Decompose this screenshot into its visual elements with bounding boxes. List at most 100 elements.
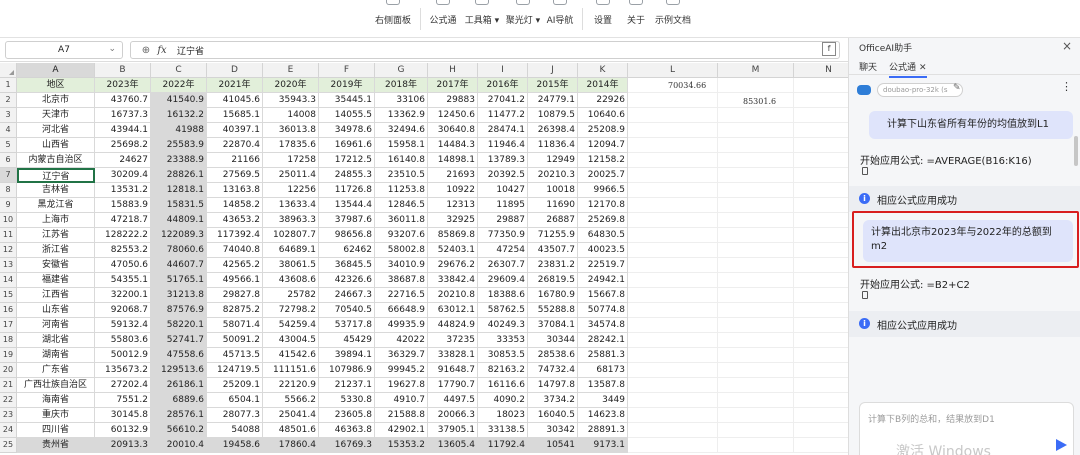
table-cell[interactable]: 20392.5	[478, 168, 528, 183]
table-cell[interactable]: 5566.2	[263, 393, 319, 408]
settings-button[interactable]: 设置	[590, 0, 616, 38]
close-tab-icon[interactable]: ✕	[919, 63, 927, 73]
table-cell[interactable]: 71255.9	[528, 228, 578, 243]
table-cell[interactable]: 30344	[528, 333, 578, 348]
table-cell[interactable]: 124719.5	[207, 363, 263, 378]
table-cell[interactable]: 12158.2	[578, 153, 628, 168]
formula-tong-button[interactable]: 公式通	[428, 0, 458, 38]
empty-cell[interactable]	[628, 243, 718, 258]
table-cell[interactable]: 28474.1	[478, 123, 528, 138]
table-cell[interactable]: 34010.9	[375, 258, 428, 273]
row-header[interactable]: 5	[0, 138, 17, 153]
table-cell[interactable]: 55803.6	[95, 333, 151, 348]
table-cell[interactable]: 38687.8	[375, 273, 428, 288]
table-cell[interactable]: 21693	[428, 168, 478, 183]
table-cell[interactable]: 16140.8	[375, 153, 428, 168]
table-cell[interactable]: 30209.4	[95, 168, 151, 183]
empty-cell[interactable]	[718, 333, 794, 348]
table-cell[interactable]: 浙江省	[17, 243, 95, 258]
table-cell[interactable]: 32925	[428, 213, 478, 228]
table-cell[interactable]: 河南省	[17, 318, 95, 333]
empty-cell[interactable]	[628, 138, 718, 153]
table-cell[interactable]: 11690	[528, 198, 578, 213]
empty-cell[interactable]	[628, 108, 718, 123]
table-cell[interactable]: 29827.8	[207, 288, 263, 303]
empty-cell[interactable]	[628, 288, 718, 303]
empty-cell[interactable]	[718, 138, 794, 153]
table-cell[interactable]: 47218.7	[95, 213, 151, 228]
table-cell[interactable]: 12170.8	[578, 198, 628, 213]
table-cell[interactable]: 52403.1	[428, 243, 478, 258]
row-header[interactable]: 21	[0, 378, 17, 393]
table-cell[interactable]: 11253.8	[375, 183, 428, 198]
table-cell[interactable]: 30640.8	[428, 123, 478, 138]
empty-cell[interactable]	[794, 123, 848, 138]
empty-cell[interactable]	[718, 438, 794, 453]
table-cell[interactable]: 135673.2	[95, 363, 151, 378]
table-cell[interactable]: 32494.6	[375, 123, 428, 138]
empty-cell[interactable]	[718, 288, 794, 303]
empty-cell[interactable]	[718, 378, 794, 393]
table-cell[interactable]: 20210.3	[528, 168, 578, 183]
table-cell[interactable]: 68173	[578, 363, 628, 378]
empty-cell[interactable]	[718, 363, 794, 378]
table-cell[interactable]: 44607.7	[151, 258, 207, 273]
empty-cell[interactable]	[794, 288, 848, 303]
table-cell[interactable]: 44824.9	[428, 318, 478, 333]
table-cell[interactable]: 122089.3	[151, 228, 207, 243]
empty-cell[interactable]	[628, 123, 718, 138]
empty-cell[interactable]	[628, 333, 718, 348]
ai-nav-button[interactable]: AI导航	[545, 0, 575, 38]
table-cell[interactable]: 14623.8	[578, 408, 628, 423]
table-cell[interactable]: 湖南省	[17, 348, 95, 363]
empty-cell[interactable]	[718, 78, 794, 93]
table-cell[interactable]: 60132.9	[95, 423, 151, 438]
table-cell[interactable]: 17258	[263, 153, 319, 168]
table-cell[interactable]: 82163.2	[478, 363, 528, 378]
table-cell[interactable]: 28538.6	[528, 348, 578, 363]
more-icon[interactable]: ⋮	[1061, 80, 1072, 93]
table-cell[interactable]: 12094.7	[578, 138, 628, 153]
table-cell[interactable]: 82553.2	[95, 243, 151, 258]
table-cell[interactable]: 11477.2	[478, 108, 528, 123]
empty-cell[interactable]	[718, 348, 794, 363]
empty-cell[interactable]	[628, 93, 718, 108]
empty-cell[interactable]	[628, 213, 718, 228]
zoom-icon[interactable]: ⊕	[137, 45, 155, 56]
table-cell[interactable]: 24779.1	[528, 93, 578, 108]
table-cell[interactable]: 74732.4	[528, 363, 578, 378]
table-cell[interactable]: 58002.8	[375, 243, 428, 258]
copy-icon[interactable]	[862, 167, 868, 175]
table-cell[interactable]: 35943.3	[263, 93, 319, 108]
table-cell[interactable]: 37987.6	[319, 213, 375, 228]
table-cell[interactable]: 22716.5	[375, 288, 428, 303]
column-header-J[interactable]: J	[528, 63, 578, 78]
row-header[interactable]: 1	[0, 78, 17, 93]
table-cell[interactable]: 98656.8	[319, 228, 375, 243]
empty-cell[interactable]	[628, 153, 718, 168]
table-cell[interactable]: 37084.1	[528, 318, 578, 333]
table-cell[interactable]: 36845.5	[319, 258, 375, 273]
table-cell[interactable]: 13587.8	[578, 378, 628, 393]
column-header-F[interactable]: F	[319, 63, 375, 78]
table-cell[interactable]: 4910.7	[375, 393, 428, 408]
table-cell[interactable]: 47254	[478, 243, 528, 258]
row-header[interactable]: 25	[0, 438, 17, 453]
empty-cell[interactable]	[718, 183, 794, 198]
empty-cell[interactable]	[628, 348, 718, 363]
column-title-cell[interactable]: 2016年	[478, 78, 528, 93]
empty-cell[interactable]	[628, 183, 718, 198]
table-cell[interactable]: 江西省	[17, 288, 95, 303]
table-cell[interactable]: 13544.4	[319, 198, 375, 213]
table-cell[interactable]: 广东省	[17, 363, 95, 378]
table-cell[interactable]: 湖北省	[17, 333, 95, 348]
table-cell[interactable]: 28077.3	[207, 408, 263, 423]
table-cell[interactable]: 91648.7	[428, 363, 478, 378]
empty-cell[interactable]	[628, 168, 718, 183]
table-cell[interactable]: 45713.5	[207, 348, 263, 363]
table-cell[interactable]: 22926	[578, 93, 628, 108]
about-button[interactable]: 关于	[624, 0, 648, 38]
table-cell[interactable]: 33842.4	[428, 273, 478, 288]
table-cell[interactable]: 54355.1	[95, 273, 151, 288]
table-cell[interactable]: 10018	[528, 183, 578, 198]
